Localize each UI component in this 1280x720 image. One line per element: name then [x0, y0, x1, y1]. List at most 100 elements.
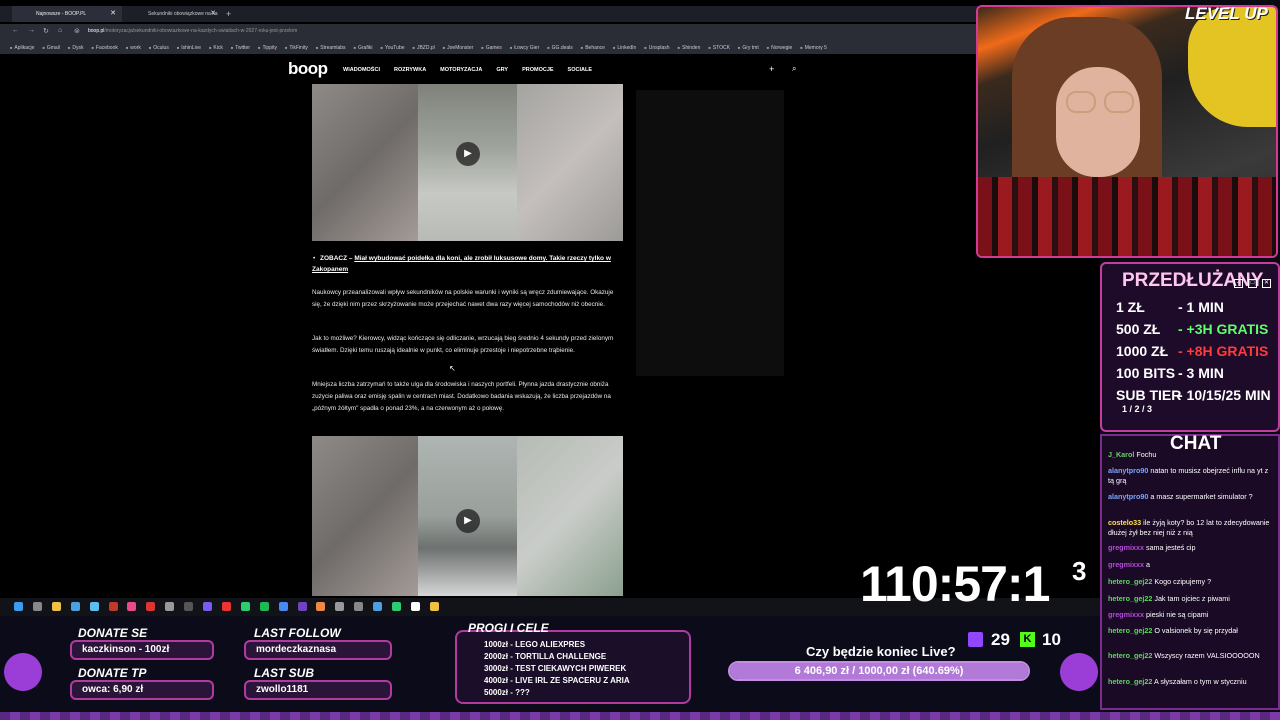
bookmark-item[interactable]: Kick — [209, 42, 231, 54]
taskbar-app-icon[interactable] — [70, 602, 80, 611]
nav-item-wiadomosci[interactable]: WIADOMOŚCI — [343, 67, 380, 73]
taskbar-app-icon[interactable] — [373, 602, 383, 611]
taskbar-app-icon[interactable] — [392, 602, 401, 611]
plaid-shirt — [978, 177, 1276, 256]
url-text[interactable]: boop.pl/motoryzacja/sekundniki-obowiazko… — [88, 28, 297, 34]
back-icon[interactable]: ← — [12, 27, 19, 34]
site-header: boop WIADOMOŚCI ROZRYWKA MOTORYZACJA GRY… — [0, 58, 1100, 84]
progress-text: 6 406,90 zł / 1000,00 zł (640.69%) — [794, 665, 964, 677]
taskbar-app-icon[interactable] — [14, 602, 23, 611]
bookmark-item[interactable]: JoeMonster — [443, 42, 482, 54]
bookmark-item[interactable]: STOCK — [708, 42, 738, 54]
chat-text: Wszyscy razem VALSIOOOOON — [1154, 651, 1260, 660]
rules-row: SUB TIER- 10/15/25 MIN — [1116, 387, 1271, 403]
site-info-icon[interactable]: ⊜ — [74, 27, 80, 35]
chat-message: hetero_gej22 Jak tam ojciec z piwami — [1108, 594, 1276, 604]
rules-value: - 10/15/25 MIN — [1178, 387, 1271, 403]
bookmark-item[interactable]: TikFinity — [285, 42, 316, 54]
nav-item-rozrywka[interactable]: ROZRYWKA — [394, 67, 426, 73]
video-frame-left — [312, 436, 418, 596]
video-player[interactable]: ▶ — [312, 436, 623, 596]
taskbar-app-icon[interactable] — [89, 602, 99, 611]
address-bar[interactable]: ← → ↻ ⌂ ⊜ boop.pl/motoryzacja/sekundniki… — [0, 24, 1100, 42]
taskbar-app-icon[interactable] — [127, 602, 137, 611]
bookmark-item[interactable]: Oculus — [149, 42, 177, 54]
bookmark-item[interactable]: Łowcy Gier — [510, 42, 547, 54]
bottom-decoration — [0, 712, 1280, 720]
taskbar-app-icon[interactable] — [297, 602, 307, 611]
bookmark-item[interactable]: work — [126, 42, 149, 54]
taskbar-app-icon[interactable] — [259, 602, 269, 611]
nav-item-promocje[interactable]: PROMOCJE — [522, 67, 553, 73]
bookmark-item[interactable]: Gmail — [42, 42, 67, 54]
site-logo[interactable]: boop — [288, 59, 328, 79]
reload-icon[interactable]: ↻ — [43, 27, 49, 35]
forward-icon[interactable]: → — [28, 27, 35, 34]
tab-boop[interactable]: Najnowsze - BOOP.PL ✕ — [12, 6, 122, 22]
related-link[interactable]: Miał wybudować poidełka dla koni, ale zr… — [312, 255, 611, 273]
donate-tp-label: DONATE TP — [78, 666, 147, 680]
bullet-icon: • — [313, 255, 316, 262]
tab-article[interactable]: Sekundniki obowiązkowe na ka ✕ — [124, 6, 222, 22]
nav-item-gry[interactable]: GRY — [496, 67, 508, 73]
bookmark-item[interactable]: Gry tmt — [738, 42, 767, 54]
bookmarks-bar: AplikacjeGmailDyskFacebookworkOculusIshi… — [0, 42, 1100, 54]
taskbar-app-icon[interactable] — [32, 602, 42, 611]
taskbar-app-icon[interactable] — [429, 602, 439, 611]
rules-amount: SUB TIER — [1116, 387, 1182, 403]
bookmark-item[interactable]: Behance — [581, 42, 613, 54]
taskbar-app-icon[interactable] — [51, 602, 61, 611]
play-icon[interactable]: ▶ — [456, 142, 480, 166]
taskbar-app-icon[interactable] — [354, 602, 364, 611]
rules-value: - 3 MIN — [1178, 365, 1224, 381]
search-icon[interactable]: ⌕ — [792, 64, 796, 74]
url-host: boop.pl — [88, 28, 105, 34]
play-icon[interactable]: ▶ — [456, 509, 480, 533]
bookmark-item[interactable]: Tippity — [258, 42, 285, 54]
nav-item-motoryzacja[interactable]: MOTORYZACJA — [440, 67, 482, 73]
bookmark-item[interactable]: IshinLive — [177, 42, 209, 54]
rules-value: - +3H GRATIS — [1178, 321, 1269, 337]
tab-label: Najnowsze - BOOP.PL — [36, 11, 87, 17]
bookmark-item[interactable]: Memory 5 — [800, 42, 835, 54]
taskbar-app-icon[interactable] — [108, 602, 118, 611]
taskbar-app-icon[interactable] — [146, 602, 156, 611]
bookmark-item[interactable]: Games — [481, 42, 510, 54]
taskbar-app-icon[interactable] — [184, 602, 194, 611]
bookmark-item[interactable]: Aplikacje — [10, 42, 42, 54]
close-icon: ✕ — [1262, 279, 1271, 288]
bookmark-item[interactable]: YouTube — [380, 42, 412, 54]
bookmark-item[interactable]: GG.deals — [547, 42, 581, 54]
bookmark-item[interactable]: Twitter — [231, 42, 258, 54]
chat-text: pieski nie są cipami — [1145, 610, 1209, 619]
bookmark-item[interactable]: Unsplash — [644, 42, 677, 54]
goal-item: 4000zł - LIVE IRL ZE SPACERU Z ARIA — [484, 676, 630, 685]
taskbar-app-icon[interactable] — [278, 602, 288, 611]
taskbar-app-icon[interactable] — [165, 602, 175, 611]
bookmark-item[interactable]: Dysk — [68, 42, 92, 54]
nav-item-sociale[interactable]: SOCIALE — [568, 67, 592, 73]
taskbar-app-icon[interactable] — [410, 602, 420, 611]
bookmark-item[interactable]: LinkedIn — [613, 42, 644, 54]
close-icon[interactable]: ✕ — [210, 6, 216, 22]
new-tab-icon[interactable]: + — [226, 6, 231, 22]
bookmark-item[interactable]: JBZD.pl — [413, 42, 443, 54]
bookmark-item[interactable]: Grafiki — [354, 42, 381, 54]
taskbar-app-icon[interactable] — [203, 602, 212, 611]
pixel-tree-decoration — [1058, 648, 1100, 708]
taskbar-app-icon[interactable] — [221, 602, 231, 611]
video-player[interactable]: ▶ — [312, 84, 623, 241]
chat-message: hetero_gej22 Kogo czipujemy ? — [1108, 577, 1276, 587]
bookmark-item[interactable]: Norwegie — [767, 42, 801, 54]
plus-icon[interactable]: + — [769, 64, 774, 74]
taskbar-app-icon[interactable] — [335, 602, 345, 611]
bookmark-item[interactable]: Shinden — [678, 42, 709, 54]
taskbar-app-icon[interactable] — [316, 602, 326, 611]
bookmark-item[interactable]: Facebook — [91, 42, 125, 54]
level-up-logo: LEVEL UP — [1185, 4, 1268, 23]
bookmark-item[interactable]: Streamlabs — [316, 42, 354, 54]
close-icon[interactable]: ✕ — [110, 6, 116, 22]
home-icon[interactable]: ⌂ — [58, 27, 62, 34]
chat-message: J_Karol Fochu — [1108, 450, 1276, 460]
taskbar-app-icon[interactable] — [240, 602, 250, 611]
